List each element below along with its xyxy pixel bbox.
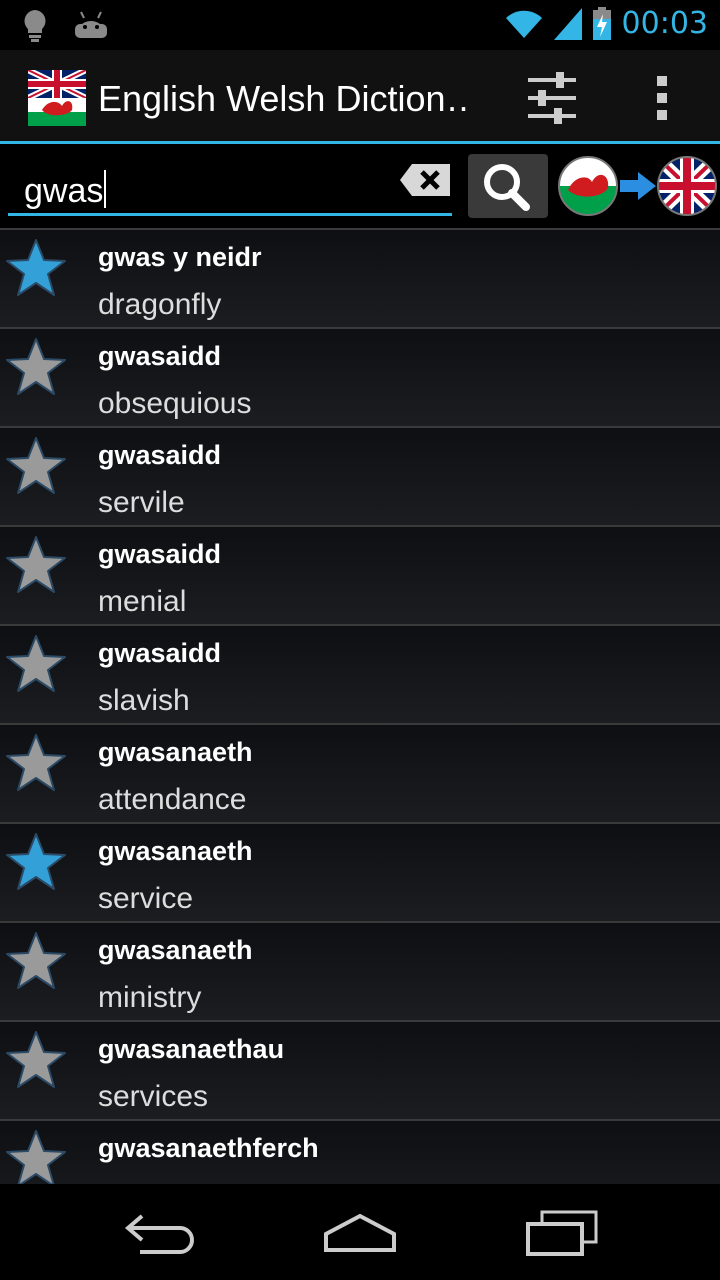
favorite-star-icon[interactable] (4, 830, 68, 894)
status-bar: 00:03 (0, 0, 720, 50)
result-row[interactable]: gwas y neidr dragonfly (0, 228, 720, 327)
result-term: gwas y neidr (98, 242, 262, 272)
result-translation: menial (98, 585, 187, 618)
result-row[interactable]: gwasanaeth attendance (0, 723, 720, 822)
favorite-star-icon[interactable] (4, 236, 68, 300)
overflow-menu-icon[interactable] (640, 70, 686, 126)
result-translation: attendance (98, 783, 247, 816)
result-term: gwasaidd (98, 341, 222, 371)
result-term: gwasanaethau (98, 1034, 285, 1064)
result-row[interactable]: gwasaidd servile (0, 426, 720, 525)
arrow-right-icon[interactable] (618, 170, 658, 202)
favorite-star-icon[interactable] (4, 731, 68, 795)
signal-icon (553, 7, 582, 40)
result-term: gwasaidd (98, 539, 222, 569)
lightbulb-icon (24, 10, 46, 42)
search-input[interactable]: gwas (8, 156, 452, 216)
result-translation: dragonfly (98, 288, 222, 321)
result-row[interactable]: gwasanaethferch (0, 1119, 720, 1184)
result-row[interactable]: gwasaidd menial (0, 525, 720, 624)
uk-wales-flags-icon[interactable] (28, 70, 86, 126)
result-row[interactable]: gwasanaeth service (0, 822, 720, 921)
home-icon[interactable] (320, 1206, 400, 1258)
result-term: gwasanaeth (98, 737, 253, 767)
welsh-flag-icon[interactable] (558, 156, 618, 216)
favorite-star-icon[interactable] (4, 632, 68, 696)
favorite-star-icon[interactable] (4, 1028, 68, 1092)
favorite-star-icon[interactable] (4, 434, 68, 498)
results-list[interactable]: gwas y neidr dragonfly gwasaidd obsequious g… (0, 228, 720, 1184)
android-icon (75, 11, 107, 38)
action-bar: English Welsh Diction… (0, 50, 720, 144)
favorite-star-icon[interactable] (4, 335, 68, 399)
result-translation: service (98, 882, 194, 915)
back-icon[interactable] (120, 1206, 200, 1258)
magnifier-icon (484, 164, 530, 211)
result-term: gwasaidd (98, 638, 222, 668)
navigation-bar (0, 1184, 720, 1280)
recents-icon[interactable] (522, 1206, 602, 1258)
result-translation: slavish (98, 684, 190, 717)
favorite-star-icon[interactable] (4, 1127, 68, 1184)
result-translation: obsequious (98, 387, 252, 420)
app-title: English Welsh Diction… (98, 78, 468, 119)
result-row[interactable]: gwasanaeth ministry (0, 921, 720, 1020)
uk-flag-icon[interactable] (656, 156, 718, 216)
result-term: gwasanaethferch (98, 1133, 319, 1163)
battery-charging-icon (592, 6, 611, 40)
result-term: gwasaidd (98, 440, 222, 470)
result-term: gwasanaeth (98, 935, 253, 965)
search-button[interactable] (468, 154, 548, 218)
search-input-value[interactable]: gwas (24, 170, 107, 211)
clock: 00:03 (621, 6, 708, 41)
result-translation: services (98, 1080, 209, 1113)
result-row[interactable]: gwasanaethau services (0, 1020, 720, 1119)
result-row[interactable]: gwasaidd obsequious (0, 327, 720, 426)
result-row[interactable]: gwasaidd slavish (0, 624, 720, 723)
backspace-clear-icon[interactable] (400, 162, 452, 198)
wifi-icon (505, 10, 542, 38)
result-translation: ministry (98, 981, 202, 1014)
result-term: gwasanaeth (98, 836, 253, 866)
sliders-icon[interactable] (524, 70, 580, 126)
favorite-star-icon[interactable] (4, 929, 68, 993)
result-translation: servile (98, 486, 185, 519)
favorite-star-icon[interactable] (4, 533, 68, 597)
